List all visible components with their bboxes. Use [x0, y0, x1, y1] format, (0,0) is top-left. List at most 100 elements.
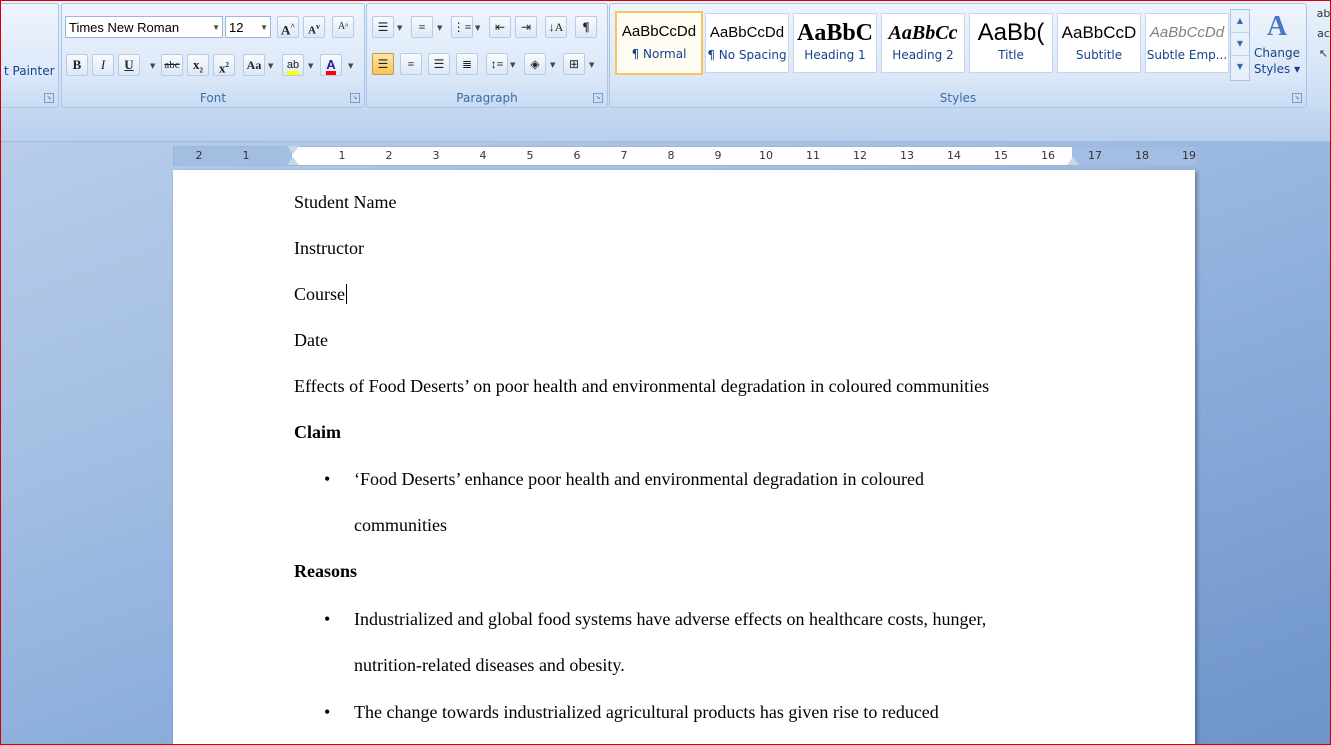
bold-button[interactable]: B — [66, 54, 88, 76]
superscript-button[interactable]: x2 — [213, 54, 235, 76]
style-subtitle[interactable]: AaBbCcD Subtitle — [1057, 13, 1141, 73]
shrink-font-button[interactable]: Av — [303, 16, 325, 38]
increase-indent-button[interactable]: ⇥ — [515, 16, 537, 38]
highlight-button[interactable]: ab — [282, 54, 304, 76]
sort-button[interactable]: ↓A — [545, 16, 567, 38]
gallery-more-icon[interactable]: ▼ — [1231, 56, 1249, 78]
strikethrough-button[interactable]: abc — [161, 54, 183, 76]
chevron-down-icon[interactable]: ▼ — [589, 61, 594, 69]
scroll-down-icon[interactable]: ▼ — [1231, 33, 1249, 56]
change-styles-icon: A — [1266, 11, 1288, 42]
text-cursor — [346, 284, 347, 304]
style-title[interactable]: AaBb( Title — [969, 13, 1053, 73]
style-name: Subtitle — [1075, 48, 1123, 62]
grow-font-icon: A — [280, 22, 291, 38]
style-sample: AaBb( — [977, 19, 1045, 46]
chevron-down-icon[interactable]: ▼ — [308, 62, 313, 70]
font-color-button[interactable]: A — [320, 54, 342, 76]
underline-button[interactable]: U — [118, 54, 140, 76]
style-heading-2[interactable]: AaBbCc Heading 2 — [881, 13, 965, 73]
clear-formatting-button[interactable]: Aᵃ — [332, 16, 354, 38]
paragraph-launcher-icon[interactable]: ↘ — [593, 93, 603, 103]
subscript-button[interactable]: x2 — [187, 54, 209, 76]
borders-icon: ⊞ — [568, 57, 580, 71]
styles-gallery-scroll[interactable]: ▲ ▼ ▼ — [1230, 9, 1250, 81]
clipboard-group: t Painter ↘ — [1, 3, 59, 108]
align-center-button[interactable]: ≡ — [400, 53, 422, 75]
ruler-label: 16 — [1041, 149, 1055, 162]
shrink-font-icon: A — [308, 24, 316, 37]
shading-button[interactable]: ◈ — [524, 53, 546, 75]
italic-button[interactable]: I — [92, 54, 114, 76]
doc-bullet-text: ‘Food Deserts’ enhance poor health and e… — [354, 469, 924, 489]
ruler-label: 13 — [900, 149, 914, 162]
multilevel-list-button[interactable]: ⋮≡ — [451, 16, 473, 38]
ruler-label: 11 — [806, 149, 820, 162]
style-no-spacing[interactable]: AaBbCcDd ¶ No Spacing — [705, 13, 789, 73]
font-launcher-icon[interactable]: ↘ — [350, 93, 360, 103]
ruler-label: 7 — [620, 149, 628, 162]
grow-font-button[interactable]: A^ — [277, 16, 299, 38]
chevron-down-icon[interactable]: ▼ — [268, 62, 273, 70]
ruler-label: 19 — [1182, 149, 1196, 162]
bullet-icon: • — [324, 609, 331, 629]
font-name-value: Times New Roman — [69, 20, 180, 35]
right-indent-marker[interactable] — [1067, 157, 1079, 165]
doc-paragraph: Date — [294, 330, 328, 350]
doc-text: Course — [294, 284, 345, 304]
bold-icon: B — [72, 57, 82, 72]
chevron-down-icon[interactable]: ▼ — [437, 24, 442, 32]
format-painter-button[interactable]: t Painter — [4, 64, 55, 78]
scroll-up-icon[interactable]: ▲ — [1231, 10, 1249, 33]
align-left-button[interactable]: ☰ — [372, 53, 394, 75]
borders-button[interactable]: ⊞ — [563, 53, 585, 75]
ruler-label: 15 — [994, 149, 1008, 162]
change-case-button[interactable]: Aa — [243, 54, 265, 76]
ruler-label: 4 — [479, 149, 487, 162]
doc-bullet-text: communities — [354, 515, 447, 535]
doc-heading-claim: Claim — [294, 422, 341, 442]
highlighter-icon: ab — [286, 59, 300, 75]
chevron-down-icon[interactable]: ▼ — [397, 24, 402, 32]
font-color-icon: A — [326, 58, 336, 75]
decrease-indent-button[interactable]: ⇤ — [489, 16, 511, 38]
select-icon[interactable]: ↖ — [1315, 47, 1330, 67]
style-normal[interactable]: AaBbCcDd ¶ Normal — [615, 11, 703, 75]
show-formatting-button[interactable]: ¶ — [575, 16, 597, 38]
document-page[interactable]: Student Name Instructor Course Date Effe… — [173, 170, 1195, 744]
bullets-button[interactable]: ☰ — [372, 16, 394, 38]
find-icon[interactable]: ab — [1315, 7, 1330, 27]
underline-icon: U — [124, 57, 134, 72]
justify-button[interactable]: ≣ — [456, 53, 478, 75]
chevron-down-icon[interactable]: ▼ — [150, 62, 155, 70]
chevron-down-icon[interactable]: ▼ — [348, 62, 353, 70]
line-spacing-button[interactable]: ↕≡ — [486, 53, 508, 75]
ruler-label: 5 — [526, 149, 534, 162]
horizontal-ruler[interactable]: 2 1 1 2 3 4 5 6 7 8 9 10 11 12 13 14 15 … — [173, 146, 1197, 166]
hanging-indent-marker[interactable] — [287, 157, 299, 165]
change-case-icon: Aa — [246, 58, 262, 72]
align-right-button[interactable]: ☰ — [428, 53, 450, 75]
chevron-down-icon[interactable]: ▼ — [510, 61, 515, 69]
bullet-icon: • — [324, 469, 331, 489]
chevron-down-icon[interactable]: ▼ — [550, 61, 555, 69]
doc-paragraph: Student Name — [294, 192, 397, 212]
styles-launcher-icon[interactable]: ↘ — [1292, 93, 1302, 103]
change-styles-button[interactable]: A Change Styles ▾ — [1253, 9, 1301, 89]
font-size-combo[interactable]: 12 ▼ — [225, 16, 271, 38]
font-group: Times New Roman ▼ 12 ▼ A^ Av Aᵃ B I U ▼ … — [61, 3, 365, 108]
clipboard-launcher-icon[interactable]: ↘ — [44, 93, 54, 103]
numbering-button[interactable]: ≡ — [411, 16, 433, 38]
style-sample: AaBbC — [796, 20, 874, 46]
chevron-down-icon[interactable]: ▼ — [475, 24, 480, 32]
ruler-label: 9 — [714, 149, 722, 162]
font-name-combo[interactable]: Times New Roman ▼ — [65, 16, 223, 38]
replace-icon[interactable]: ac — [1315, 27, 1330, 47]
italic-icon: I — [100, 57, 106, 72]
style-heading-1[interactable]: AaBbC Heading 1 — [793, 13, 877, 73]
style-subtle-emphasis[interactable]: AaBbCcDd Subtle Emp... — [1145, 13, 1229, 73]
doc-paragraph: Course — [294, 284, 347, 305]
style-sample: AaBbCcDd — [621, 23, 697, 40]
first-line-indent-marker[interactable] — [287, 146, 299, 154]
style-sample: AaBbCcDd — [709, 24, 785, 41]
